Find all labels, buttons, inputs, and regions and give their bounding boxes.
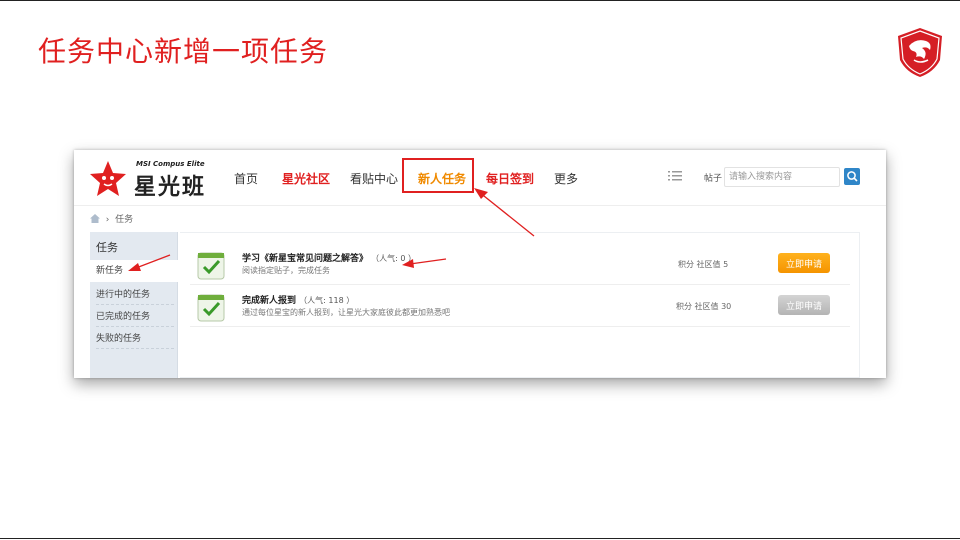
task-description: 阅读指定贴子，完成任务 [242,266,330,275]
website-screenshot: MSI Compus Elite 星光班 首页 星光社区 看贴中心 新人任务 每… [74,150,886,378]
sidebar-title: 任务 [96,241,118,254]
task-check-icon [197,252,225,280]
breadcrumb: › 任务 [90,212,133,225]
slide-bottom-rule [0,538,960,539]
sidebar-item-new-tasks[interactable]: 新任务 [90,260,178,282]
task-points: 积分 社区值 30 [676,302,732,311]
apply-button-disabled[interactable]: 立即申请 [778,295,830,315]
annotation-highlight-box [402,158,474,193]
task-row: 完成新人报到 （人气: 118 ） 通过每位星宝的新人报到，让星光大家庭彼此都更… [190,289,850,327]
breadcrumb-current[interactable]: 任务 [115,215,133,225]
star-mascot-icon [90,161,126,196]
logo-subtitle: MSI Compus Elite [136,160,205,168]
task-list-panel: 学习《新星宝常见问题之解答》 （人气: 0 ） 阅读指定贴子，完成任务 积分 社… [180,232,860,378]
breadcrumb-separator: › [102,215,113,225]
logo-title: 星光班 [134,175,207,200]
apply-button[interactable]: 立即申请 [778,253,830,273]
task-points: 积分 社区值 5 [678,260,729,269]
nav-more[interactable]: 更多 [554,170,578,187]
nav-community[interactable]: 星光社区 [282,170,330,187]
task-popularity: （人气: 118 ） [299,296,355,305]
task-row: 学习《新星宝常见问题之解答》 （人气: 0 ） 阅读指定贴子，完成任务 积分 社… [190,247,850,285]
task-title-text[interactable]: 完成新人报到 [242,296,296,306]
sidebar-item-failed[interactable]: 失败的任务 [96,331,174,349]
task-popularity: （人气: 0 ） [371,254,417,263]
slide-title: 任务中心新增一项任务 [38,35,329,68]
nav-post-center[interactable]: 看贴中心 [350,170,398,187]
sidebar-item-completed[interactable]: 已完成的任务 [96,309,174,327]
task-description: 通过每位星宝的新人报到，让星光大家庭彼此都更加熟悉吧 [242,308,450,317]
search-button[interactable] [844,168,860,185]
site-logo[interactable]: MSI Compus Elite 星光班 [88,158,218,200]
task-sidebar: 任务 新任务 进行中的任务 已完成的任务 失败的任务 [90,232,178,378]
slide-top-rule [0,0,960,1]
nav-daily-checkin[interactable]: 每日签到 [486,170,534,187]
home-icon[interactable] [90,214,100,223]
task-title[interactable]: 学习《新星宝常见问题之解答》 （人气: 0 ） [242,251,416,264]
list-icon[interactable] [668,170,682,182]
nav-home[interactable]: 首页 [234,170,258,187]
sidebar-item-in-progress[interactable]: 进行中的任务 [96,287,174,305]
search-icon [847,171,858,182]
task-check-icon [197,294,225,322]
site-header: MSI Compus Elite 星光班 首页 星光社区 看贴中心 新人任务 每… [74,150,886,206]
task-title-text[interactable]: 学习《新星宝常见问题之解答》 [242,254,368,264]
msi-dragon-shield-icon [898,28,942,77]
search-scope-label[interactable]: 帖子 [704,171,722,184]
task-title[interactable]: 完成新人报到 （人气: 118 ） [242,293,354,306]
search-input[interactable] [724,167,840,187]
